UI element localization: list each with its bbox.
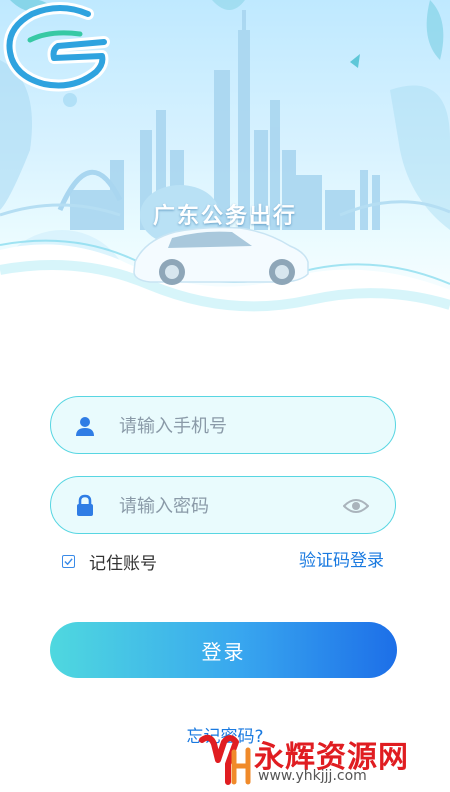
login-button[interactable]: 登录 bbox=[50, 622, 397, 678]
watermark-logo bbox=[199, 734, 251, 785]
password-field[interactable] bbox=[50, 476, 396, 535]
remember-checkbox[interactable] bbox=[62, 554, 75, 568]
user-icon bbox=[76, 417, 94, 436]
app-logo bbox=[3, 2, 110, 92]
phone-input[interactable] bbox=[117, 397, 341, 455]
watermark: 永辉资源网 www.yhkjjj.com bbox=[196, 730, 446, 788]
sms-login-link[interactable]: 验证码登录 bbox=[299, 549, 384, 573]
eye-icon[interactable] bbox=[343, 497, 369, 515]
header-banner: 广东公务出行 bbox=[0, 0, 450, 330]
checkmark-icon bbox=[64, 557, 73, 565]
password-input[interactable] bbox=[117, 477, 341, 535]
remember-label: 记住账号 bbox=[89, 553, 157, 574]
phone-field[interactable] bbox=[50, 396, 396, 455]
app-title: 广东公务出行 bbox=[152, 204, 297, 229]
remember-account[interactable]: 记住账号 bbox=[62, 549, 157, 574]
lock-icon bbox=[77, 494, 93, 516]
watermark-url: www.yhkjjj.com bbox=[258, 768, 367, 784]
